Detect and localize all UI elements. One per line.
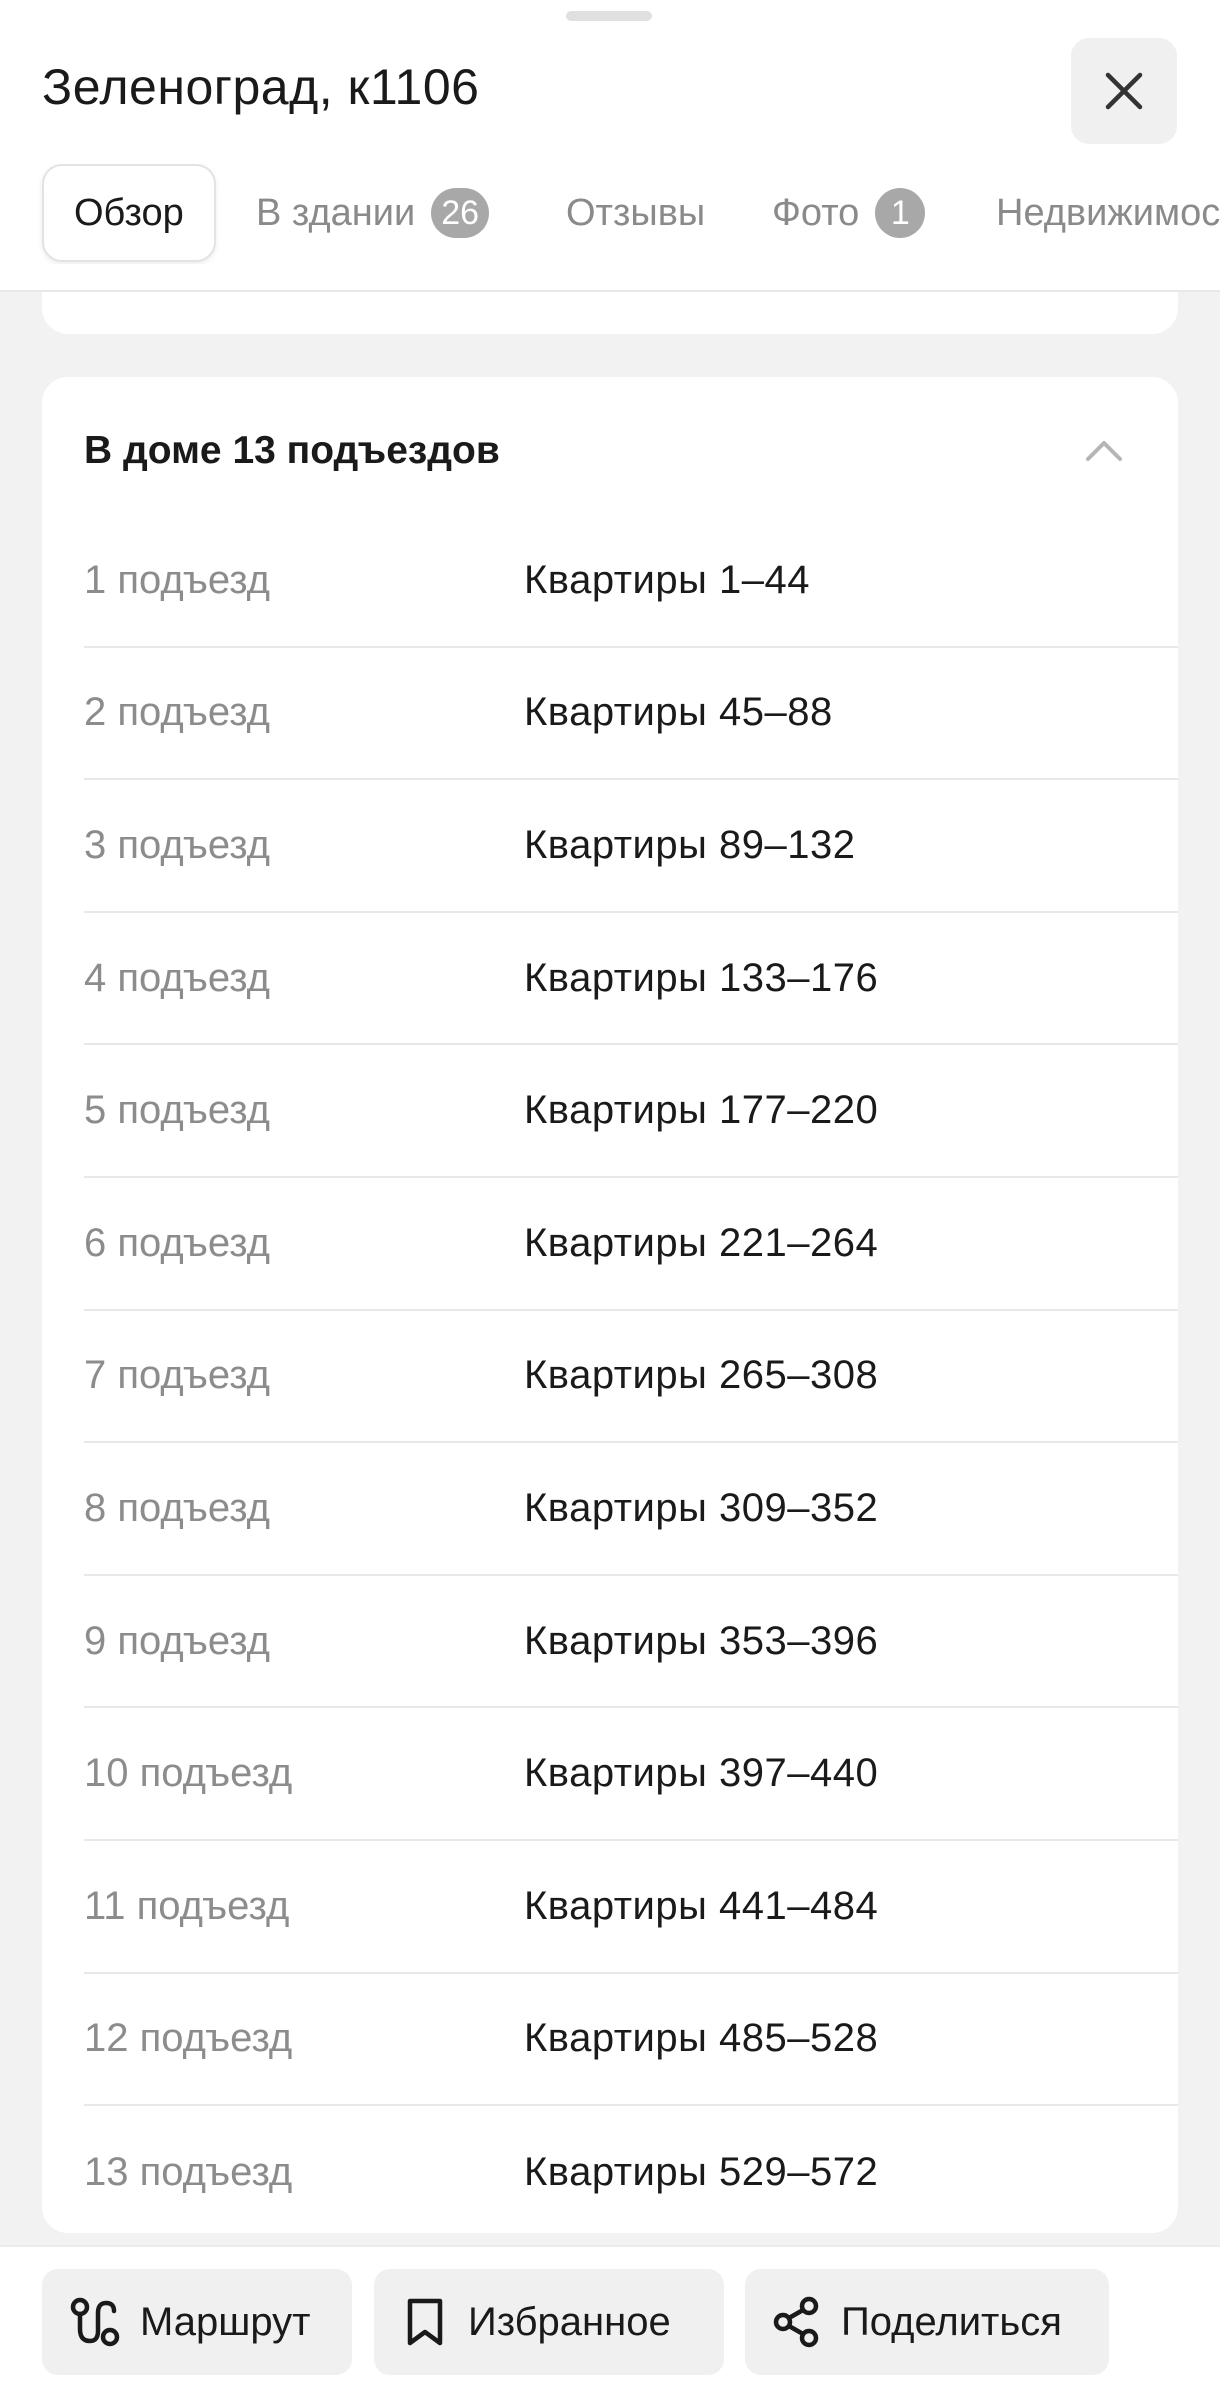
- tab-label: Отзывы: [566, 191, 706, 234]
- list-item: 13 подъезд Квартиры 529–572: [84, 2106, 1178, 2233]
- entrance-number: 9 подъезд: [84, 1618, 271, 1663]
- tab-label: В здании: [256, 191, 416, 234]
- share-label: Поделиться: [841, 2299, 1062, 2344]
- count-badge: 26: [431, 188, 490, 238]
- tab-real-estate[interactable]: Недвижимос: [996, 164, 1220, 262]
- entrance-number: 3 подъезд: [84, 822, 271, 867]
- list-item: 4 подъезд Квартиры 133–176: [84, 913, 1178, 1046]
- tab-label: Фото: [772, 191, 860, 234]
- entrance-number: 7 подъезд: [84, 1353, 271, 1398]
- entrance-number: 8 подъезд: [84, 1485, 271, 1530]
- entrance-number: 11 подъезд: [84, 1883, 290, 1928]
- list-item: 7 подъезд Квартиры 265–308: [84, 1311, 1178, 1444]
- tab-in-building[interactable]: В здании 26: [256, 164, 490, 262]
- flat-range: Квартиры 1–44: [524, 557, 810, 602]
- flat-range: Квартиры 89–132: [524, 822, 856, 867]
- drag-handle[interactable]: [566, 11, 652, 21]
- flat-range: Квартиры 441–484: [524, 1883, 879, 1928]
- flat-range: Квартиры 353–396: [524, 1618, 879, 1663]
- count-badge: 1: [875, 188, 926, 238]
- flat-range: Квартиры 133–176: [524, 955, 879, 1000]
- place-card-header: Зеленоград, к1106 Обзор В здании 26 Отзы…: [0, 0, 1220, 292]
- route-label: Маршрут: [140, 2299, 311, 2344]
- entrance-number: 2 подъезд: [84, 690, 271, 735]
- tab-label: Недвижимос: [996, 191, 1220, 234]
- flat-range: Квартиры 221–264: [524, 1220, 879, 1265]
- tab-overview[interactable]: Обзор: [42, 164, 216, 262]
- list-item: 6 подъезд Квартиры 221–264: [84, 1178, 1178, 1311]
- favorites-button[interactable]: Избранное: [374, 2269, 724, 2375]
- tab-bar: Обзор В здании 26 Отзывы Фото 1 Недвижим…: [0, 164, 1220, 264]
- list-item: 10 подъезд Квартиры 397–440: [84, 1708, 1178, 1841]
- list-item: 9 подъезд Квартиры 353–396: [84, 1576, 1178, 1709]
- entrance-number: 13 подъезд: [84, 2149, 293, 2194]
- list-item: 2 подъезд Квартиры 45–88: [84, 648, 1178, 781]
- tab-label: Обзор: [74, 191, 184, 234]
- entrance-number: 5 подъезд: [84, 1088, 271, 1133]
- chevron-up-icon[interactable]: [1082, 429, 1126, 473]
- share-button[interactable]: Поделиться: [745, 2269, 1109, 2375]
- entrance-number: 6 подъезд: [84, 1220, 271, 1265]
- entrances-card: В доме 13 подъездов 1 подъезд Квартиры 1…: [42, 377, 1178, 2233]
- list-item: 5 подъезд Квартиры 177–220: [84, 1045, 1178, 1178]
- action-bar: Маршрут Избранное Поделиться: [0, 2245, 1220, 2401]
- entrance-number: 1 подъезд: [84, 557, 271, 602]
- entrances-title: В доме 13 подъездов: [84, 429, 500, 472]
- flat-range: Квартиры 45–88: [524, 690, 833, 735]
- flat-range: Квартиры 309–352: [524, 1485, 879, 1530]
- flat-range: Квартиры 397–440: [524, 1751, 879, 1796]
- list-item: 12 подъезд Квартиры 485–528: [84, 1974, 1178, 2107]
- entrances-list: 1 подъезд Квартиры 1–44 2 подъезд Кварти…: [84, 515, 1178, 2233]
- flat-range: Квартиры 177–220: [524, 1088, 879, 1133]
- bookmark-icon: [407, 2298, 443, 2346]
- favorites-label: Избранное: [468, 2299, 671, 2344]
- route-icon: [70, 2297, 120, 2347]
- share-icon: [773, 2296, 819, 2348]
- entrance-number: 10 подъезд: [84, 1751, 293, 1796]
- list-item: 8 подъезд Квартиры 309–352: [84, 1443, 1178, 1576]
- route-button[interactable]: Маршрут: [42, 2269, 352, 2375]
- list-item: 11 подъезд Квартиры 441–484: [84, 1841, 1178, 1974]
- flat-range: Квартиры 529–572: [524, 2149, 879, 2194]
- entrance-number: 4 подъезд: [84, 955, 271, 1000]
- close-icon: [1105, 72, 1143, 110]
- page-title: Зеленоград, к1106: [42, 59, 480, 115]
- entrance-number: 12 подъезд: [84, 2016, 293, 2061]
- list-item: 3 подъезд Квартиры 89–132: [84, 780, 1178, 913]
- flat-range: Квартиры 265–308: [524, 1353, 879, 1398]
- list-item: 1 подъезд Квартиры 1–44: [84, 515, 1178, 648]
- flat-range: Квартиры 485–528: [524, 2016, 879, 2061]
- tab-reviews[interactable]: Отзывы: [566, 164, 705, 262]
- close-button[interactable]: [1071, 38, 1177, 144]
- tab-photos[interactable]: Фото 1: [772, 164, 926, 262]
